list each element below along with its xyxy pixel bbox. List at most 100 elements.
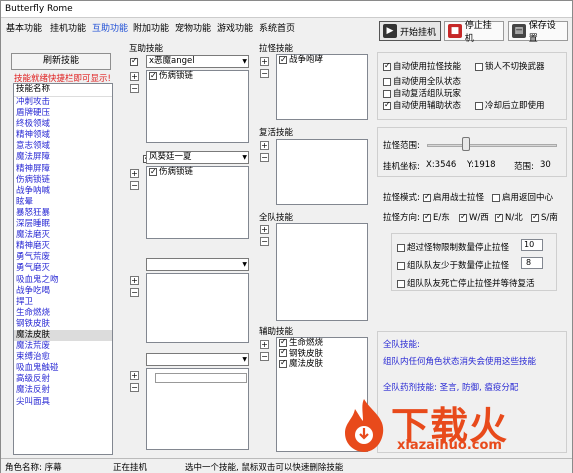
skill-list-item[interactable]: 魔法荒废: [14, 341, 112, 352]
skill-list-item[interactable]: 冲刺攻击: [14, 97, 112, 108]
opt-use-party[interactable]: 自动使用全队状态: [383, 75, 461, 87]
mutual-slot-4-remove-button[interactable]: −: [130, 383, 139, 392]
start-hangup-button[interactable]: ▶ 开始挂机: [379, 21, 441, 41]
list-item[interactable]: 魔法皮肤: [277, 358, 367, 370]
opt-use-pull[interactable]: 自动使用拉怪技能: [383, 60, 461, 72]
revive-skills-list[interactable]: [276, 139, 368, 205]
pull-remove-button[interactable]: −: [260, 69, 269, 78]
list-item[interactable]: 钢铁皮肤: [277, 347, 367, 360]
skill-list-item[interactable]: 生命燃烧: [14, 308, 112, 319]
refresh-skills-button[interactable]: 刷新技能: [11, 53, 111, 70]
stop-monster-limit[interactable]: 超过怪物限制数量停止拉怪: [397, 241, 509, 253]
party-skills-list[interactable]: [276, 223, 368, 321]
mutual-slot-4-target[interactable]: ▼: [146, 353, 249, 366]
mode-return[interactable]: 启用返回中心: [492, 191, 553, 203]
list-item[interactable]: 生命燃烧: [277, 337, 367, 349]
skill-list-item[interactable]: 盾牌硬压: [14, 108, 112, 119]
menu-extra[interactable]: 附加功能: [130, 19, 172, 39]
dir-south[interactable]: S/南: [531, 211, 558, 223]
skill-list-item[interactable]: 束缚治愈: [14, 352, 112, 363]
mutual-slot-1-list[interactable]: 伤病锁链: [146, 70, 249, 143]
mutual-skills-label: 互助技能: [129, 44, 164, 54]
menu-basic[interactable]: 基本功能: [3, 19, 45, 39]
revive-add-button[interactable]: +: [260, 141, 269, 150]
menu-game[interactable]: 游戏功能: [214, 19, 256, 39]
save-settings-button[interactable]: ▤ 保存设置: [508, 21, 568, 44]
menu-home[interactable]: 系统首页: [256, 19, 298, 39]
mutual-slot-3-add-button[interactable]: +: [130, 276, 139, 285]
skill-list-item[interactable]: 捍卫: [14, 297, 112, 308]
skill-list-item[interactable]: 精神磨灭: [14, 241, 112, 252]
monster-limit-input[interactable]: 10: [521, 239, 543, 251]
skill-list-item[interactable]: 伤病锁链: [14, 175, 112, 186]
mutual-slot-3-list[interactable]: [146, 273, 249, 343]
skill-list-item[interactable]: 深层睡眠: [14, 219, 112, 230]
skill-list-item[interactable]: 吸血鬼之吻: [14, 275, 112, 286]
range-slider-track[interactable]: [427, 144, 557, 147]
skill-list-item[interactable]: 钢铁皮肤: [14, 319, 112, 330]
dir-north[interactable]: N/北: [495, 211, 523, 223]
mutual-slot-1-target[interactable]: x恶魔angel ▼: [146, 55, 249, 68]
dir-east[interactable]: E/东: [423, 211, 450, 223]
team-min-input[interactable]: 8: [521, 257, 543, 269]
skill-list-item[interactable]: 暴怒狂暴: [14, 208, 112, 219]
mutual-slot-4-list[interactable]: [146, 368, 249, 450]
list-item[interactable]: 战争咆哮: [277, 54, 367, 66]
mode-warrior[interactable]: 启用战士拉怪: [423, 191, 484, 203]
mutual-slot-4-add-button[interactable]: +: [130, 371, 139, 380]
skill-list[interactable]: 技能名称 冲刺攻击 盾牌硬压 终极领域 精神领域 意志领域 魔法屏障 精神屏障 伤病锁链 战争呐…: [13, 83, 113, 455]
skill-list-item[interactable]: 勇气荒废: [14, 252, 112, 263]
skill-list-item[interactable]: 魔法反射: [14, 385, 112, 396]
mutual-slot-1-remove-button[interactable]: −: [130, 84, 139, 93]
mutual-slot-2-target[interactable]: 风葵廷一夏 ▼: [146, 151, 249, 164]
opt-cooldown[interactable]: 冷却后立即使用: [475, 99, 545, 111]
list-item[interactable]: 伤病锁链: [147, 70, 248, 82]
mutual-slot-3-remove-button[interactable]: −: [130, 288, 139, 297]
mutual-slot-3-target[interactable]: ▼: [146, 258, 249, 271]
mutual-slot-1-add-button[interactable]: +: [130, 72, 139, 81]
party-add-button[interactable]: +: [260, 225, 269, 234]
range-slider-thumb[interactable]: [462, 137, 470, 151]
opt-auto-revive[interactable]: 自动复活组队玩家: [383, 87, 461, 99]
skill-rows: 冲刺攻击 盾牌硬压 终极领域 精神领域 意志领域 魔法屏障 精神屏障 伤病锁链 战争呐喊 眩晕 暴怒…: [14, 97, 112, 408]
skill-list-item[interactable]: 高级反射: [14, 374, 112, 385]
menu-pet[interactable]: 宠物功能: [172, 19, 214, 39]
skill-list-item[interactable]: 魔法屏障: [14, 152, 112, 163]
skill-list-item[interactable]: 精神领域: [14, 130, 112, 141]
skill-list-item[interactable]: 眩晕: [14, 197, 112, 208]
skill-list-item[interactable]: 魔法磨灭: [14, 230, 112, 241]
skill-list-item[interactable]: 吸血鬼触碰: [14, 363, 112, 374]
stop-hangup-button[interactable]: ■ 停止挂机: [444, 21, 504, 44]
skill-list-item[interactable]: 终极领域: [14, 119, 112, 130]
skill-list-item[interactable]: 尖叫面具: [14, 397, 112, 408]
skill-list-item[interactable]: 勇气磨灭: [14, 263, 112, 274]
pull-skills-list[interactable]: 战争咆哮: [276, 54, 368, 120]
skill-list-item[interactable]: 战争吃喝: [14, 286, 112, 297]
assist-remove-button[interactable]: −: [260, 352, 269, 361]
play-icon: ▶: [383, 24, 397, 38]
mutual-slot-1-checkbox[interactable]: [130, 56, 138, 66]
menu-hangup[interactable]: 挂机功能: [47, 19, 89, 39]
skill-list-item[interactable]: 意志领域: [14, 141, 112, 152]
mutual-slot-2-add-button[interactable]: +: [130, 169, 139, 178]
list-item[interactable]: 伤病锁链: [147, 166, 248, 178]
mutual-slot-2-list[interactable]: 伤病锁链: [146, 166, 249, 239]
dropdown-arrow-icon: ▼: [242, 154, 247, 161]
mode-label: 拉怪模式:: [383, 193, 420, 203]
skill-list-item[interactable]: 魔法皮肤: [14, 329, 112, 342]
stop-team-death[interactable]: 组队队友死亡停止拉怪并等待复活: [397, 277, 535, 289]
menu-mutual[interactable]: 互助功能: [89, 19, 131, 39]
revive-remove-button[interactable]: −: [260, 153, 269, 162]
opt-lock-weapon[interactable]: 锁人不切换武器: [475, 60, 545, 72]
skill-list-item[interactable]: 精神屏障: [14, 164, 112, 175]
assist-add-button[interactable]: +: [260, 340, 269, 349]
mutual-slot-2-remove-button[interactable]: −: [130, 181, 139, 190]
app-window: Butterfly Rome 基本功能 挂机功能 互助功能 附加功能 宠物功能 …: [0, 0, 573, 473]
dir-west[interactable]: W/西: [459, 211, 489, 223]
party-remove-button[interactable]: −: [260, 237, 269, 246]
skill-list-item[interactable]: 战争呐喊: [14, 186, 112, 197]
stop-team-min[interactable]: 组队队友少于数量停止拉怪: [397, 259, 509, 271]
mutual-slot-4-edit[interactable]: [155, 373, 247, 383]
opt-use-assist[interactable]: 自动使用辅助状态: [383, 99, 461, 111]
pull-add-button[interactable]: +: [260, 57, 269, 66]
